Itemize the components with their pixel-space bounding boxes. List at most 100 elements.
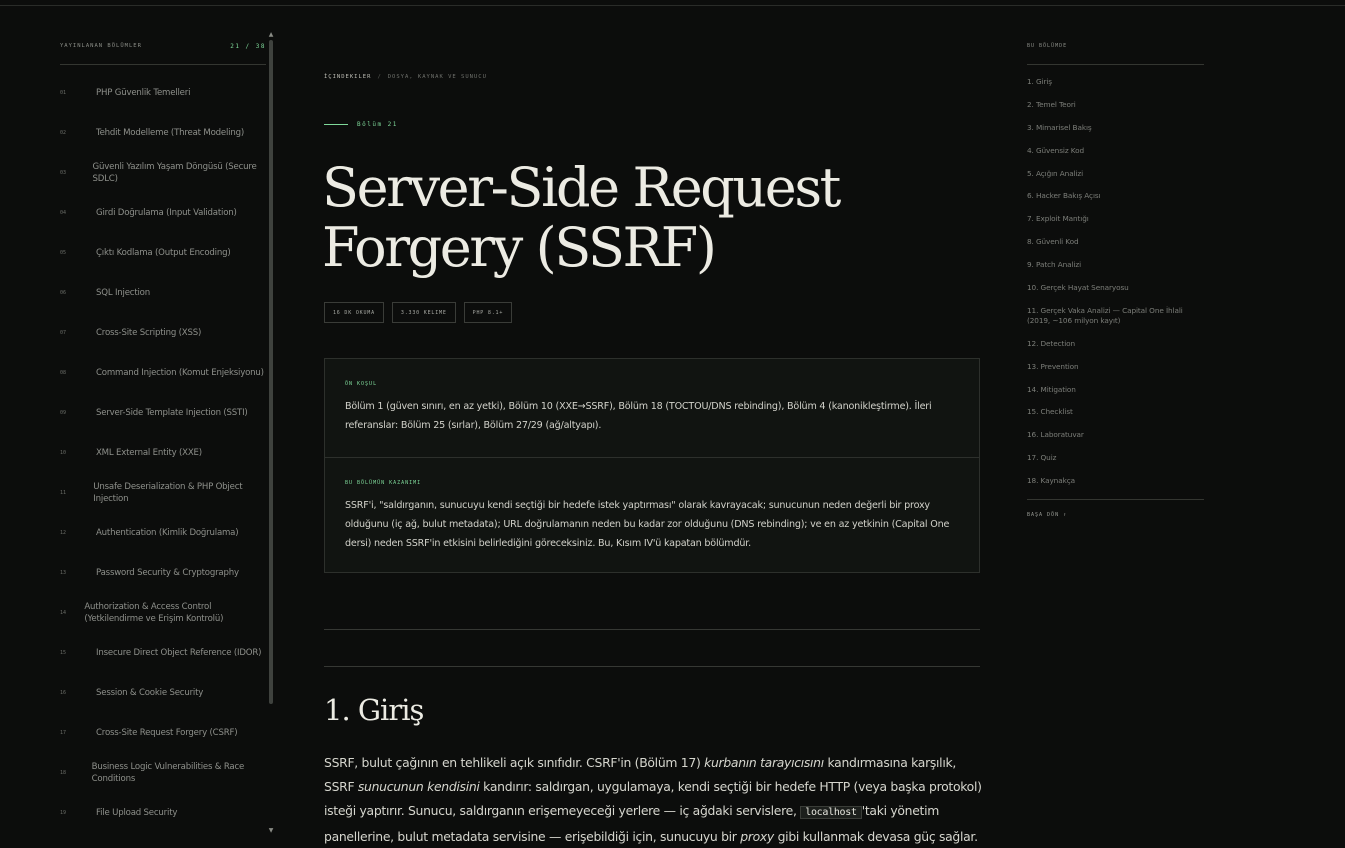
toc-item[interactable]: 12. Detection: [1027, 339, 1204, 349]
chapter-item-label: Girdi Doğrulama (Input Validation): [96, 208, 237, 218]
chapter-item-label: PHP Güvenlik Temelleri: [96, 88, 191, 98]
emphasis: sunucunun kendisini: [357, 779, 480, 794]
chapter-item-number: 11: [60, 490, 67, 496]
sidebar-item-chapter[interactable]: 07 Cross-Site Scripting (XSS): [60, 313, 266, 353]
chapter-item-number: 06: [60, 290, 67, 296]
chapter-item-number: 12: [60, 530, 67, 536]
chapter-item-label: Cross-Site Scripting (XSS): [96, 328, 202, 338]
sidebar-item-chapter[interactable]: 01 PHP Güvenlik Temelleri: [60, 73, 266, 113]
chapter-item-label: Server-Side Template Injection (SSTI): [96, 408, 248, 418]
emphasis: proxy: [740, 829, 774, 844]
sidebar-item-chapter[interactable]: 04 Girdi Doğrulama (Input Validation): [60, 193, 266, 233]
breadcrumb-current: Dosya, Kaynak ve Sunucu: [387, 74, 487, 80]
toc-item[interactable]: 10. Gerçek Hayat Senaryosu: [1027, 283, 1204, 293]
sidebar-item-chapter[interactable]: 13 Password Security & Cryptography: [60, 553, 266, 593]
scrollbar-thumb[interactable]: [269, 40, 273, 704]
chapter-item-number: 13: [60, 570, 67, 576]
chapter-item-number: 17: [60, 730, 67, 736]
text-run: SSRF, bulut çağının en tehlikeli açık sı…: [324, 755, 705, 770]
sidebar-item-chapter[interactable]: 19 File Upload Security: [60, 793, 266, 833]
sidebar-item-chapter[interactable]: 03 Güvenli Yazılım Yaşam Döngüsü (Secure …: [60, 153, 266, 193]
prerequisite-text: Bölüm 1 (güven sınırı, en az yetki), Böl…: [345, 401, 932, 431]
chapter-item-label: Güvenli Yazılım Yaşam Döngüsü (Secure SD…: [92, 162, 257, 184]
toc-item[interactable]: 6. Hacker Bakış Açısı: [1027, 191, 1204, 201]
chapter-item-number: 05: [60, 250, 67, 256]
toc-item[interactable]: 3. Mimarisel Bakış: [1027, 123, 1204, 133]
toc-heading: Bu Bölümde: [1027, 43, 1068, 49]
chapter-item-label: Tehdit Modelleme (Threat Modeling): [96, 128, 245, 138]
published-count: 21 / 38: [230, 42, 266, 50]
chapter-item-label: Insecure Direct Object Reference (IDOR): [96, 648, 262, 658]
section-paragraph: SSRF, bulut çağının en tehlikeli açık sı…: [324, 751, 984, 848]
outcome-text: SSRF'i, "saldırganın, sunucuyu kendi seç…: [345, 500, 950, 549]
divider: [324, 666, 980, 667]
toc-item[interactable]: 5. Açığın Analizi: [1027, 169, 1204, 179]
chapter-item-label: Unsafe Deserialization & PHP Object Inje…: [93, 482, 243, 504]
chapter-item-number: 04: [60, 210, 67, 216]
scroll-up-icon[interactable]: ▲: [268, 32, 274, 38]
sidebar-item-chapter[interactable]: 15 Insecure Direct Object Reference (IDOR…: [60, 633, 266, 673]
sidebar-item-chapter[interactable]: 14 Authorization & Access Control (Yetkil…: [60, 593, 266, 633]
chapter-item-number: 16: [60, 690, 67, 696]
toc-list: 1. Giriş 2. Temel Teori 3. Mimarisel Bakış…: [1027, 77, 1204, 486]
sidebar-heading: Yayınlanan Bölümler: [60, 43, 142, 49]
toc-divider: [1027, 499, 1204, 501]
breadcrumb: İçindekiler / Dosya, Kaynak ve Sunucu: [324, 74, 487, 80]
chapter-item-label: Business Logic Vulnerabilities & Race Co…: [91, 762, 245, 784]
sidebar-item-chapter[interactable]: 16 Session & Cookie Security: [60, 673, 266, 713]
toc-item[interactable]: 16. Laboratuvar: [1027, 430, 1204, 440]
toc-item[interactable]: 2. Temel Teori: [1027, 100, 1204, 110]
toc-item[interactable]: 9. Patch Analizi: [1027, 260, 1204, 270]
article-meta: 16 dk okuma 3.330 kelime PHP 8.1+: [324, 302, 513, 323]
toc-item[interactable]: 13. Prevention: [1027, 362, 1204, 372]
sidebar-item-chapter[interactable]: 12 Authentication (Kimlik Doğrulama): [60, 513, 266, 553]
chapter-item-label: Password Security & Cryptography: [96, 568, 239, 578]
toc-item[interactable]: 1. Giriş: [1027, 77, 1204, 87]
chapter-item-label: Command Injection (Komut Enjeksiyonu): [96, 368, 264, 378]
chapter-item-label: Authorization & Access Control (Yetkilen…: [84, 602, 224, 624]
toc-item[interactable]: 17. Quiz: [1027, 453, 1204, 463]
breadcrumb-root-link[interactable]: İçindekiler: [324, 74, 371, 80]
back-to-top-link[interactable]: Başa dön ↑: [1027, 512, 1204, 518]
chapter-label: Bölüm 21: [324, 121, 398, 128]
sidebar-item-chapter[interactable]: 08 Command Injection (Komut Enjeksiyonu): [60, 353, 266, 393]
chapter-item-number: 09: [60, 410, 67, 416]
sidebar-item-chapter[interactable]: 06 SQL Injection: [60, 273, 266, 313]
article: İçindekiler / Dosya, Kaynak ve Sunucu Bölü…: [322, 0, 982, 848]
page-title: Server-Side Request Forgery (SSRF): [322, 156, 841, 279]
scroll-down-icon[interactable]: ▼: [268, 828, 274, 834]
inline-code: localhost: [800, 806, 862, 819]
chapter-item-label: SQL Injection: [96, 288, 150, 298]
divider: [324, 629, 980, 630]
sidebar-header: Yayınlanan Bölümler 21 / 38: [60, 36, 266, 56]
toc-item[interactable]: 14. Mitigation: [1027, 385, 1204, 395]
text-run: gibi kullanmak devasa güç sağlar.: [773, 829, 978, 844]
chapter-item-number: 01: [60, 90, 67, 96]
chapter-accent-line: [324, 124, 348, 125]
chapter-item-number: 19: [60, 810, 67, 816]
chapter-number: Bölüm 21: [357, 121, 398, 128]
chapter-item-number: 02: [60, 130, 67, 136]
toc-item[interactable]: 4. Güvensiz Kod: [1027, 146, 1204, 156]
sidebar-item-chapter[interactable]: 18 Business Logic Vulnerabilities & Race …: [60, 753, 266, 793]
chapter-sidebar: Yayınlanan Bölümler 21 / 38 01 PHP Güvenl…: [60, 36, 266, 848]
toc-item[interactable]: 8. Güvenli Kod: [1027, 237, 1204, 247]
sidebar-item-chapter[interactable]: 09 Server-Side Template Injection (SSTI): [60, 393, 266, 433]
chapter-item-label: Session & Cookie Security: [96, 688, 204, 698]
sidebar-item-chapter[interactable]: 02 Tehdit Modelleme (Threat Modeling): [60, 113, 266, 153]
toc-item[interactable]: 18. Kaynakça: [1027, 476, 1204, 486]
sidebar-item-chapter[interactable]: 10 XML External Entity (XXE): [60, 433, 266, 473]
prerequisite-heading: Ön Koşul: [345, 381, 378, 387]
chapter-item-number: 03: [60, 170, 67, 176]
sidebar-item-chapter[interactable]: 17 Cross-Site Request Forgery (CSRF): [60, 713, 266, 753]
toc-item[interactable]: 11. Gerçek Vaka Analizi — Capital One İh…: [1027, 306, 1204, 326]
prerequisite-section: Ön Koşul Bölüm 1 (güven sınırı, en az ye…: [325, 359, 979, 457]
toc-item[interactable]: 15. Checklist: [1027, 407, 1204, 417]
sidebar-scrollbar[interactable]: ▲ ▼: [268, 32, 274, 834]
breadcrumb-separator: /: [377, 74, 382, 80]
sidebar-item-chapter[interactable]: 05 Çıktı Kodlama (Output Encoding): [60, 233, 266, 273]
sidebar-item-chapter[interactable]: 11 Unsafe Deserialization & PHP Object In…: [60, 473, 266, 513]
toc-item[interactable]: 7. Exploit Mantığı: [1027, 214, 1204, 224]
chapter-item-number: 07: [60, 330, 67, 336]
section-toc: Bu Bölümde 1. Giriş 2. Temel Teori 3. Mima…: [1027, 36, 1204, 518]
